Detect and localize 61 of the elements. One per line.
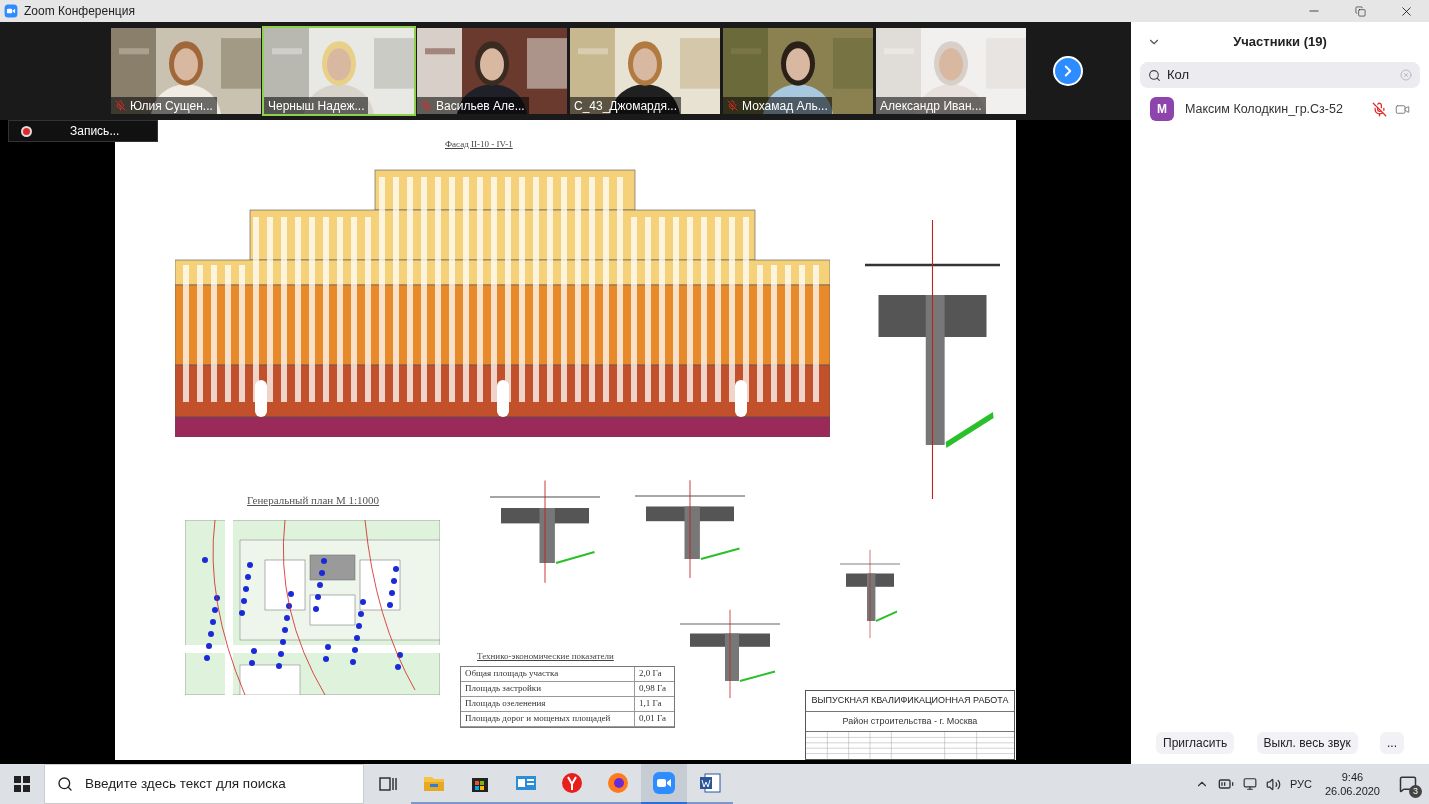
table-cell-text: Площадь застройки	[464, 682, 542, 696]
table-cell: 1,1 Га	[634, 697, 674, 711]
firefox-icon	[607, 772, 629, 794]
volume-icon[interactable]	[1265, 776, 1281, 792]
search-field[interactable]: Кол	[1140, 62, 1420, 88]
taskbar-search-field[interactable]: Введите здесь текст для поиска	[44, 764, 364, 804]
notification-count: 3	[1409, 785, 1422, 798]
table-cell: 0,98 Га	[634, 682, 674, 696]
table-title: Технико-экономические показатели	[477, 650, 614, 663]
video-tile[interactable]: Александр Иван...	[876, 28, 1026, 114]
task-view-icon	[379, 776, 397, 792]
video-tile[interactable]: Мохамад Аль...	[723, 28, 873, 114]
participant-name: Васильев Але...	[436, 97, 525, 114]
notifications-icon	[1399, 775, 1417, 793]
recording-label: Запись...	[70, 123, 120, 140]
search-icon	[57, 776, 73, 792]
browser-icon	[561, 772, 583, 794]
participant-name: Александр Иван...	[880, 97, 982, 114]
table-cell-text: Площадь дорог и мощеных площадей	[464, 712, 612, 726]
search-icon	[1148, 68, 1161, 82]
title-block-heading: ВЫПУСКНАЯ КВАЛИФИКАЦИОННАЯ РАБОТА	[806, 691, 1014, 712]
restore-icon	[1354, 5, 1366, 17]
panel-button[interactable]: Пригласить	[1156, 732, 1235, 754]
drawing-title: Генеральный план М 1:1000	[247, 493, 380, 508]
table-cell: 0,01 Га	[634, 712, 674, 726]
video-tile[interactable]: Юлия Сущен...	[111, 28, 261, 114]
windows-logo-icon[interactable]	[14, 776, 30, 792]
contact-card-icon	[515, 774, 537, 792]
video-tile[interactable]: Черныш Надеж...	[264, 28, 414, 114]
clock-time: 9:46	[1341, 770, 1364, 784]
participant-name: С_43_Джомардя...	[574, 97, 677, 114]
clock-date: 26.06.2020	[1324, 784, 1380, 798]
video-camera-icon	[652, 771, 676, 795]
folder-icon	[423, 774, 445, 792]
panel-title: Участники (19)	[1233, 33, 1327, 52]
search-placeholder: Введите здесь текст для поиска	[85, 774, 286, 793]
muted-mic-icon[interactable]	[1372, 101, 1387, 117]
next-page-button[interactable]	[1053, 56, 1083, 86]
table-cell-text: Общая площадь участка	[464, 667, 560, 681]
participant-avatar: M	[1150, 97, 1174, 121]
participant-name: Максим Колодкин_гр.Сз-52	[1185, 100, 1343, 118]
search-value: Кол	[1167, 66, 1190, 85]
title-block-subheading: Район строительства - г. Москва	[806, 711, 1014, 732]
window-title: Zoom Конференция	[24, 3, 135, 20]
table-cell-text: Площадь озеленения	[464, 697, 547, 711]
panel-button[interactable]: Выкл. весь звук	[1256, 732, 1358, 754]
drawing-title: Фасад II-10 - IV-1	[445, 138, 513, 151]
video-tile[interactable]: Васильев Але...	[417, 28, 567, 114]
panel-button[interactable]: ...	[1380, 732, 1404, 754]
document-icon	[699, 772, 721, 794]
input-language[interactable]: РУС	[1289, 775, 1312, 793]
video-tile[interactable]: С_43_Джомардя...	[570, 28, 720, 114]
video-camera-icon	[4, 4, 18, 18]
notifications-button[interactable]: 3	[1393, 769, 1423, 799]
participant-name: Юлия Сущен...	[130, 97, 213, 114]
participant-row[interactable]: M Максим Колодкин_гр.Сз-52	[1131, 91, 1429, 127]
participant-name: Черныш Надеж...	[268, 97, 365, 114]
table-cell: 2,0 Га	[634, 667, 674, 681]
participant-name: Мохамад Аль...	[742, 97, 828, 114]
clock[interactable]: 9:46 26.06.2020	[1320, 770, 1384, 798]
battery-icon[interactable]	[1217, 776, 1234, 792]
